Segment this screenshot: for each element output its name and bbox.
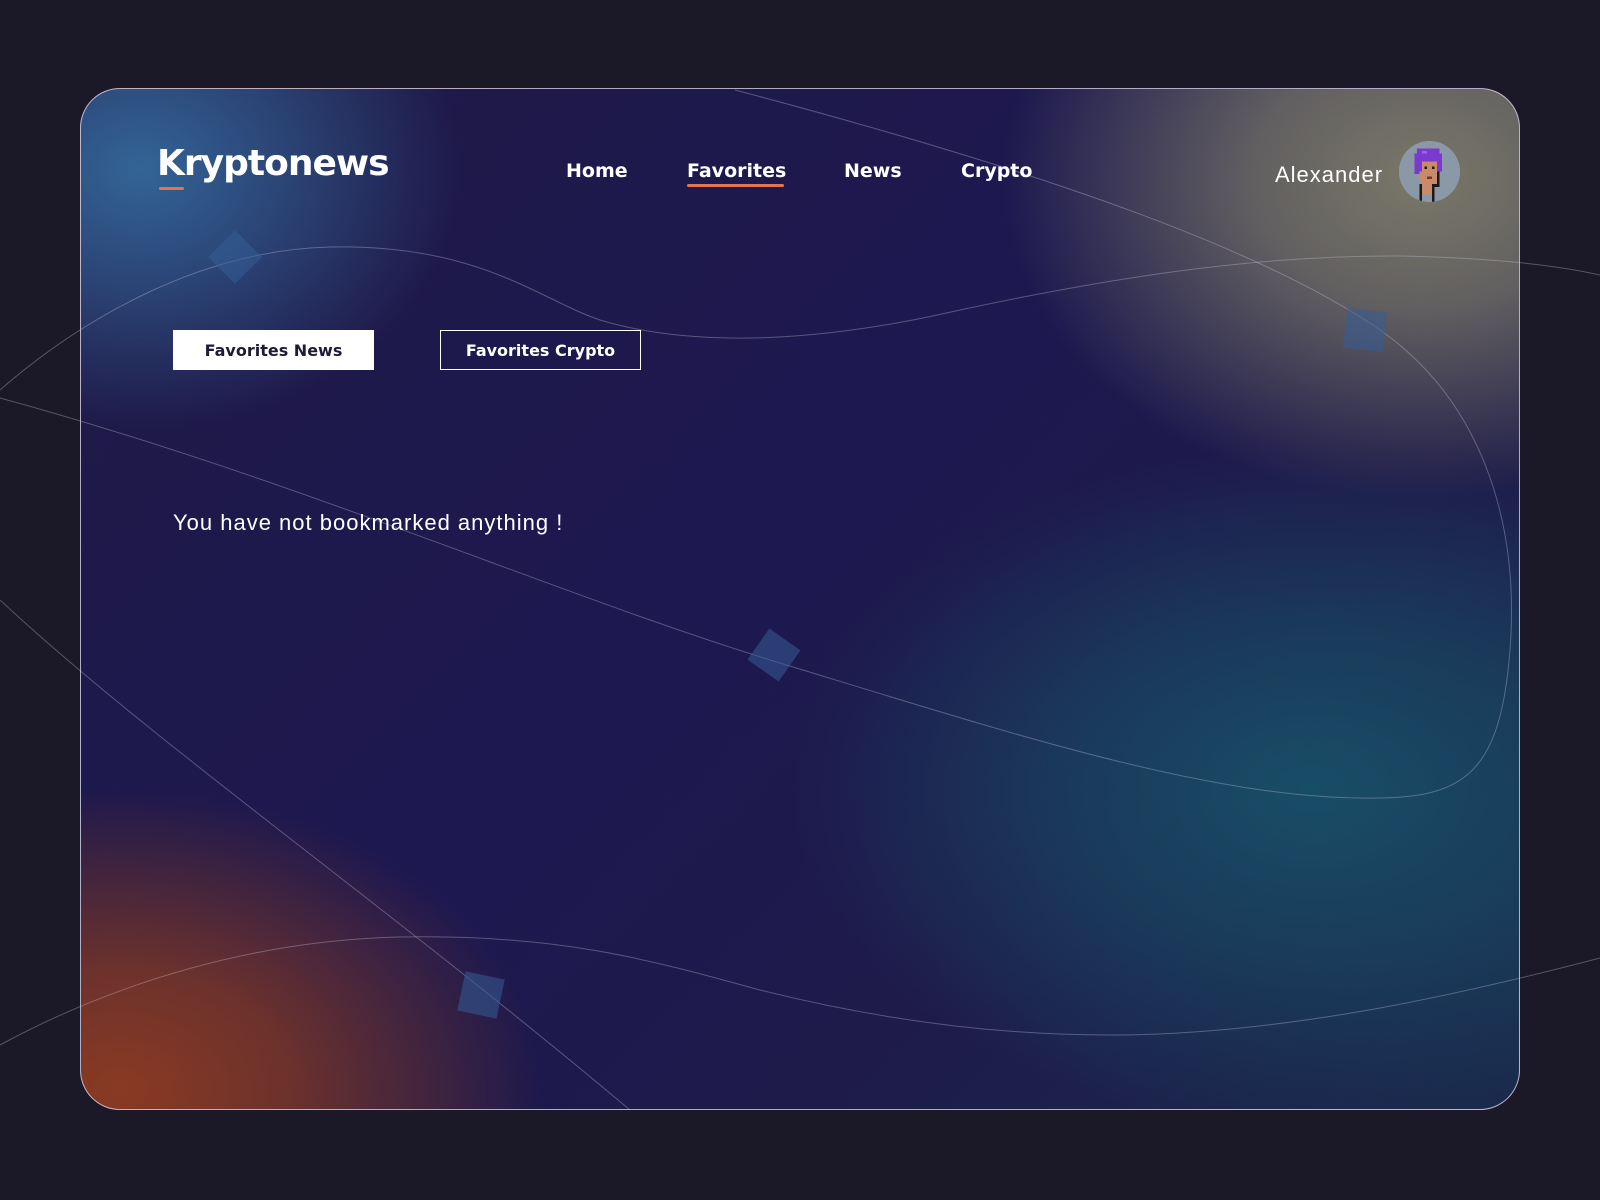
logo[interactable]: Kryptonews <box>157 146 390 182</box>
nav-crypto-link[interactable]: Crypto <box>961 160 1032 182</box>
user-avatar[interactable] <box>1399 141 1460 202</box>
main-card <box>80 88 1520 1110</box>
nav-news-link[interactable]: News <box>844 160 902 182</box>
nav-home-link[interactable]: Home <box>566 160 628 182</box>
nav-favorites-link[interactable]: Favorites <box>687 160 786 182</box>
user-name[interactable]: Alexander <box>1275 162 1383 188</box>
tab-favorites-news[interactable]: Favorites News <box>173 330 374 370</box>
nav-active-indicator <box>687 184 784 187</box>
empty-state-message: You have not bookmarked anything ! <box>173 510 564 535</box>
tab-favorites-crypto[interactable]: Favorites Crypto <box>440 330 641 370</box>
logo-accent-underline <box>159 187 184 190</box>
pixel-avatar-icon <box>1399 141 1460 202</box>
